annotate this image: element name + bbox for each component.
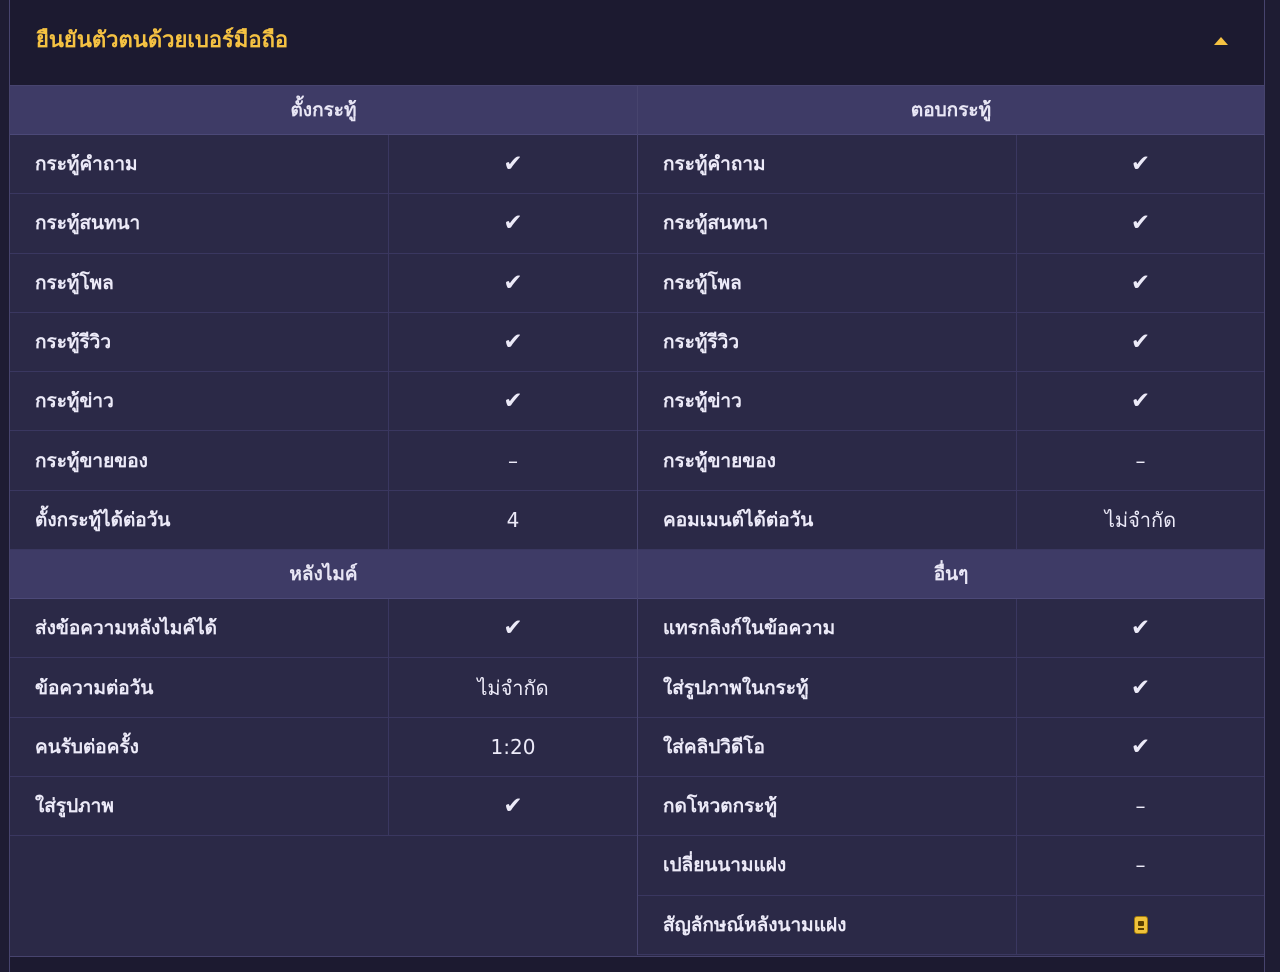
row-value: ✔ [503,793,523,820]
row-value [1017,896,1264,954]
panel-header[interactable]: ยืนยันตัวตนด้วยเบอร์มือถือ [10,0,1264,86]
table-row: ใส่คลิปวิดีโอ ✔ [638,717,1264,777]
table-row: สัญลักษณ์หลังนามแฝง [638,895,1264,955]
row-value: – [1135,448,1146,473]
row-value: ✔ [1130,674,1151,701]
row-label: กระทู้สนทนา [638,194,1017,253]
table-row: กระทู้รีวิว ✔ [10,312,637,373]
row-value: – [508,448,518,473]
row-label: กระทู้คำถาม [10,135,389,194]
row-value: – [1135,794,1146,819]
table-row: กระทู้ขายของ – [10,431,637,491]
table-row: กระทู้ขายของ – [638,431,1264,491]
row-value: ✔ [1130,269,1151,296]
section-header-reply-topic: ตอบกระทู้ [638,86,1264,135]
row-value: ✔ [1130,615,1151,642]
row-value: ✔ [1130,388,1151,415]
table-row: ส่งข้อความหลังไมค์ได้ ✔ [10,599,637,659]
panel-title: ยืนยันตัวตนด้วยเบอร์มือถือ [36,28,289,53]
row-label: ข้อความต่อวัน [10,658,389,717]
row-value: ✔ [503,388,523,415]
row-value: ✔ [503,210,523,237]
row-label: กระทู้ข่าว [638,372,1017,431]
table-row: เปลี่ยนนามแฝง – [638,836,1264,896]
chevron-up-icon[interactable] [1214,37,1228,45]
row-value: ✔ [503,269,523,296]
row-label: กดโหวตกระทู้ [638,776,1017,836]
table-row: ใส่รูปภาพในกระทู้ ✔ [638,658,1264,718]
row-label: สัญลักษณ์หลังนามแฝง [638,895,1017,954]
row-label: ส่งข้อความหลังไมค์ได้ [10,599,389,658]
left-column: ตั้งกระทู้ กระทู้คำถาม ✔ กระทู้สนทนา ✔ กระ… [10,86,637,837]
row-label: เปลี่ยนนามแฝง [638,836,1017,895]
table-row: ข้อความต่อวัน ไม่จำกัด [10,658,637,718]
row-label: กระทู้สนทนา [10,194,389,253]
row-label: กระทู้ขายของ [638,431,1017,490]
row-value: ✔ [503,615,523,642]
row-value: ✔ [1130,329,1151,356]
table-row: กระทู้โพล ✔ [10,253,637,313]
row-value: ✔ [1130,151,1151,178]
row-label: กระทู้โพล [10,253,389,312]
table-row: ตั้งกระทู้ได้ต่อวัน 4 [10,490,637,551]
verification-panel: ยืนยันตัวตนด้วยเบอร์มือถือ ตั้งกระทู้ กร… [9,0,1265,972]
table-row: กระทู้รีวิว ✔ [638,312,1264,373]
row-value: 1:20 [490,734,536,759]
row-value: ✔ [503,151,523,178]
table-row: กระทู้คำถาม ✔ [638,135,1264,195]
panel-footer [10,956,1264,972]
row-label: กระทู้รีวิว [10,312,389,372]
table-row: แทรกลิงก์ในข้อความ ✔ [638,599,1264,659]
row-label: กระทู้โพล [638,253,1017,312]
row-value: 4 [506,507,520,532]
row-label: คนรับต่อครั้ง [10,717,389,776]
row-value: ไม่จำกัด [1104,507,1177,532]
row-label: ตั้งกระทู้ได้ต่อวัน [10,490,389,550]
row-label: กระทู้ข่าว [10,372,389,431]
section-header-other: อื่นๆ [638,550,1264,600]
row-value: – [1135,853,1146,878]
table-row: กระทู้โพล ✔ [638,253,1264,313]
table-row: กระทู้สนทนา ✔ [638,194,1264,254]
row-label: กระทู้รีวิว [638,312,1017,372]
table-row: คนรับต่อครั้ง 1:20 [10,717,637,777]
table-row: กระทู้สนทนา ✔ [10,194,637,254]
row-label: กระทู้ขายของ [10,431,389,490]
table-row: กระทู้ข่าว ✔ [10,372,637,432]
row-value: ✔ [1130,733,1151,760]
row-value: ✔ [503,329,523,356]
table-row: กระทู้คำถาม ✔ [10,135,637,195]
right-column: ตอบกระทู้ กระทู้คำถาม ✔ กระทู้สนทนา ✔ กระท… [637,86,1264,955]
table-row: กระทู้ข่าว ✔ [638,372,1264,432]
table-row: ใส่รูปภาพ ✔ [10,776,637,837]
section-header-private-message: หลังไมค์ [10,550,637,600]
row-label: คอมเมนต์ได้ต่อวัน [638,490,1017,550]
row-label: แทรกลิงก์ในข้อความ [638,599,1017,658]
row-label: กระทู้คำถาม [638,135,1017,194]
table-row: คอมเมนต์ได้ต่อวัน ไม่จำกัด [638,490,1264,551]
row-label: ใส่รูปภาพ [10,776,389,836]
row-value: ไม่จำกัด [477,675,549,700]
section-header-create-topic: ตั้งกระทู้ [10,86,637,135]
member-badge-icon [1133,915,1148,934]
table-row: กดโหวตกระทู้ – [638,776,1264,837]
row-label: ใส่คลิปวิดีโอ [638,717,1017,776]
row-value: ✔ [1130,210,1151,237]
row-label: ใส่รูปภาพในกระทู้ [638,658,1017,717]
